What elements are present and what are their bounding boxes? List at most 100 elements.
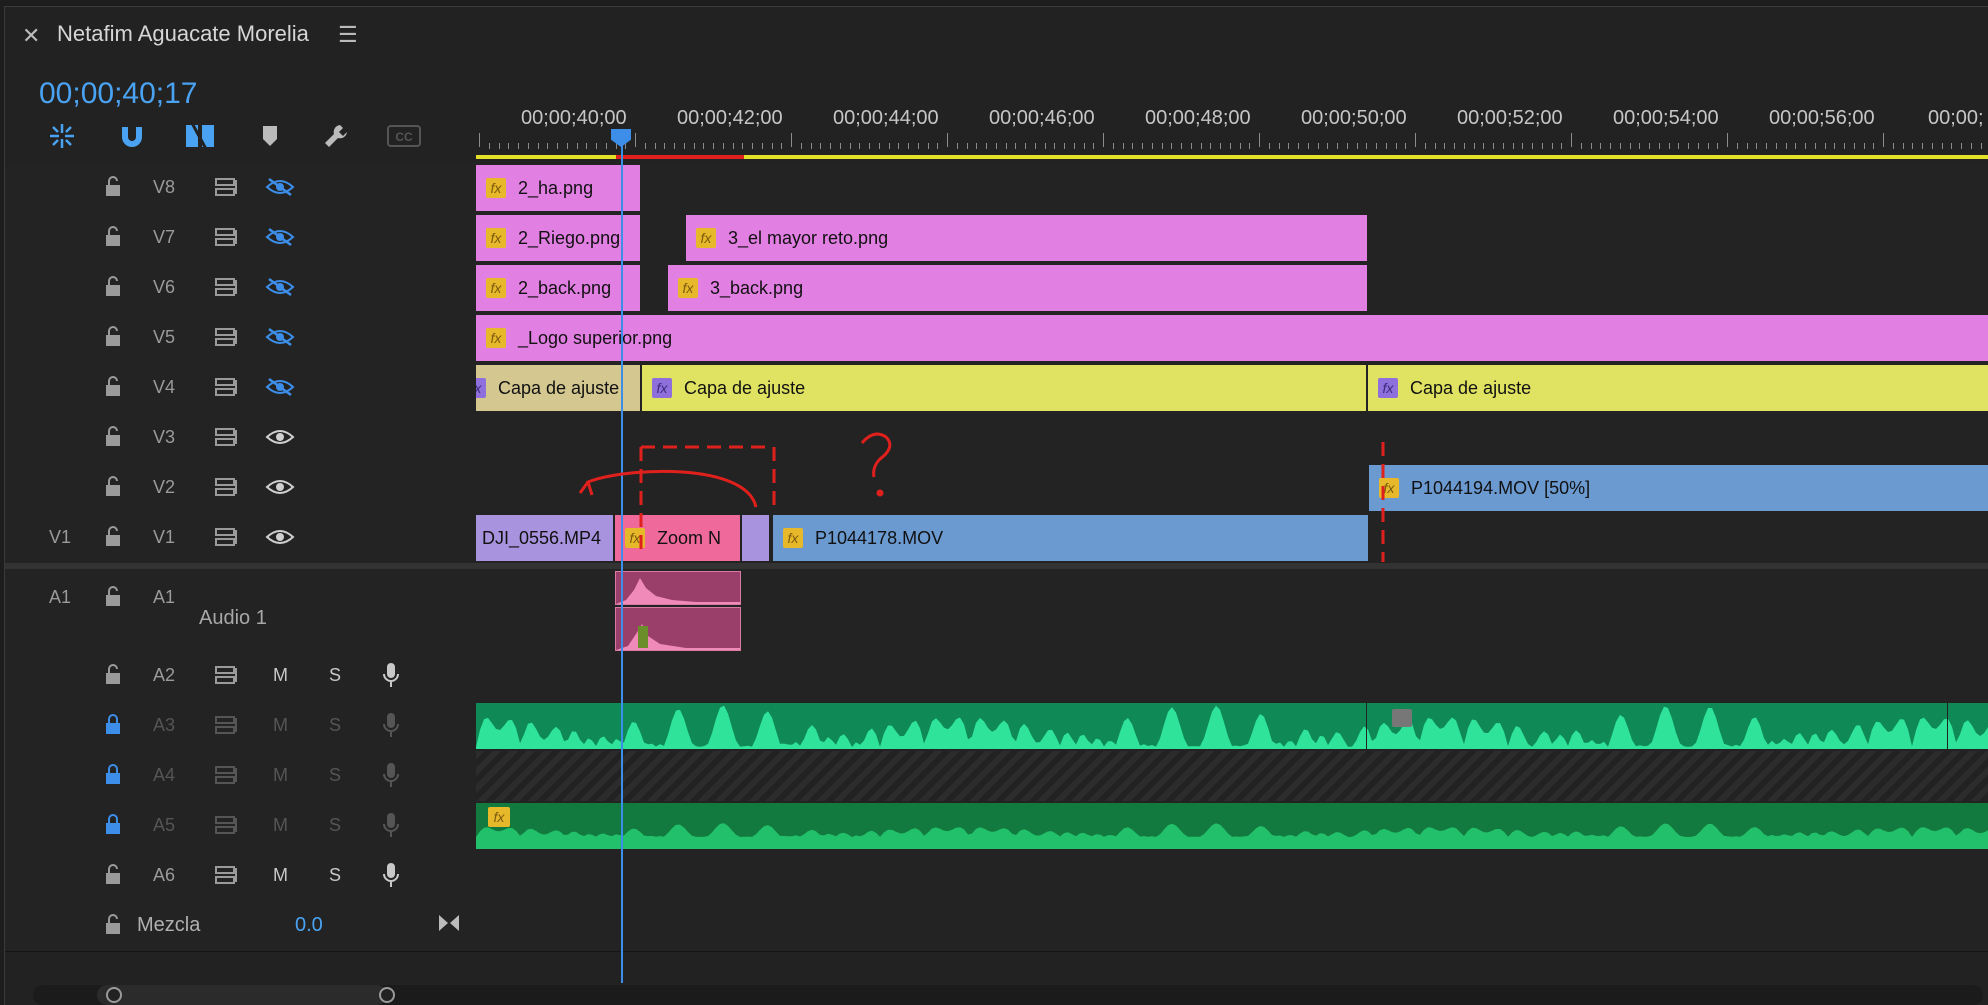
- track-header-mix: Mezcla 0.0: [5, 901, 476, 951]
- toggle-output-icon[interactable]: [213, 475, 243, 499]
- lock-icon[interactable]: [101, 475, 125, 499]
- lock-icon[interactable]: [101, 663, 125, 687]
- scrollbar-right-handle[interactable]: [379, 987, 395, 1003]
- clip[interactable]: fxCapa de ajuste: [476, 365, 641, 411]
- mix-collapse-icon[interactable]: [435, 911, 463, 935]
- source-patch-v1[interactable]: V1: [49, 527, 71, 548]
- microphone-icon[interactable]: [379, 661, 403, 689]
- microphone-icon[interactable]: [379, 761, 403, 789]
- microphone-icon[interactable]: [379, 711, 403, 739]
- toggle-output-icon[interactable]: [213, 863, 243, 887]
- clip[interactable]: fxCapa de ajuste: [642, 365, 1367, 411]
- mute-button[interactable]: M: [273, 665, 288, 686]
- eye-hidden-icon[interactable]: [263, 225, 297, 249]
- clip[interactable]: fx 2_ha.png: [476, 165, 641, 211]
- eye-hidden-icon[interactable]: [263, 175, 297, 199]
- eye-hidden-icon[interactable]: [263, 275, 297, 299]
- clip[interactable]: fx 3_back.png: [668, 265, 1368, 311]
- microphone-icon[interactable]: [379, 811, 403, 839]
- lock-icon[interactable]: [101, 913, 125, 937]
- solo-button[interactable]: S: [329, 865, 341, 886]
- solo-button[interactable]: S: [329, 665, 341, 686]
- ruler-label: 00;00;50;00: [1301, 107, 1407, 129]
- clip[interactable]: fxCapa de ajuste: [1368, 365, 1988, 411]
- lock-icon[interactable]: [101, 325, 125, 349]
- eye-hidden-icon[interactable]: [263, 375, 297, 399]
- lock-icon[interactable]: [101, 863, 125, 887]
- lock-icon[interactable]: [101, 813, 125, 837]
- clip[interactable]: fx 2_back.png: [476, 265, 641, 311]
- toggle-output-icon[interactable]: [213, 525, 243, 549]
- mix-volume-value[interactable]: 0.0: [295, 914, 323, 937]
- toggle-output-icon[interactable]: [213, 325, 243, 349]
- solo-button[interactable]: S: [329, 765, 341, 786]
- lock-icon[interactable]: [101, 525, 125, 549]
- lock-icon[interactable]: [101, 375, 125, 399]
- playhead-timecode[interactable]: 00;00;40;17: [39, 77, 197, 111]
- mix-label: Mezcla: [137, 914, 201, 936]
- track-lane-v4[interactable]: fxCapa de ajuste fxCapa de ajuste fxCapa…: [476, 363, 1988, 413]
- lock-icon[interactable]: [101, 713, 125, 737]
- track-name: A5: [153, 815, 176, 835]
- track-lane-a4[interactable]: [476, 751, 1988, 801]
- clip[interactable]: fx 2_Riego.png: [476, 215, 641, 261]
- eye-icon[interactable]: [263, 525, 297, 549]
- track-header-v1: V1 V1: [5, 513, 476, 563]
- toggle-output-icon[interactable]: [213, 813, 243, 837]
- track-a3: A3 M S: [5, 701, 1988, 752]
- toggle-output-icon[interactable]: [213, 425, 243, 449]
- wrench-icon[interactable]: [319, 119, 353, 153]
- lock-icon[interactable]: [101, 275, 125, 299]
- toggle-output-icon[interactable]: [213, 275, 243, 299]
- eye-icon[interactable]: [263, 475, 297, 499]
- timeline-scrollbar[interactable]: [33, 985, 1983, 1005]
- menu-icon[interactable]: ☰: [338, 22, 358, 48]
- toggle-output-icon[interactable]: [213, 663, 243, 687]
- red-annotations: [578, 432, 1385, 562]
- microphone-icon[interactable]: [379, 861, 403, 889]
- toggle-output-icon[interactable]: [213, 375, 243, 399]
- track-lane-a6[interactable]: [476, 851, 1988, 901]
- track-lane-a3[interactable]: [476, 701, 1988, 751]
- nest-toggle-icon[interactable]: [45, 119, 79, 153]
- snap-icon[interactable]: [115, 119, 149, 153]
- track-lane-a5[interactable]: fx: [476, 801, 1988, 851]
- source-patch-a1[interactable]: A1: [49, 587, 71, 608]
- track-header-a4: A4 M S: [5, 751, 476, 801]
- toggle-output-icon[interactable]: [213, 763, 243, 787]
- audio-clip[interactable]: [476, 703, 1988, 749]
- toggle-output-icon[interactable]: [213, 175, 243, 199]
- mute-button[interactable]: M: [273, 715, 288, 736]
- captions-icon[interactable]: CC: [387, 119, 421, 153]
- clip[interactable]: fx _Logo superior.png: [476, 315, 1988, 361]
- lock-icon[interactable]: [101, 225, 125, 249]
- mute-button[interactable]: M: [273, 765, 288, 786]
- scrollbar-thumb[interactable]: [97, 985, 387, 1005]
- close-icon[interactable]: ✕: [22, 23, 40, 49]
- mute-button[interactable]: M: [273, 865, 288, 886]
- audio-clip[interactable]: fx: [476, 803, 1988, 849]
- linked-selection-icon[interactable]: [183, 119, 217, 153]
- time-ruler[interactable]: 00;00;40;00 00;00;42;00 00;00;44;00 00;0…: [476, 87, 1988, 163]
- lock-icon[interactable]: [101, 763, 125, 787]
- solo-button[interactable]: S: [329, 815, 341, 836]
- track-lane-v5[interactable]: fx _Logo superior.png: [476, 313, 1988, 363]
- track-lane-v7[interactable]: fx 2_Riego.png fx 3_el mayor reto.png: [476, 213, 1988, 263]
- track-lane-v8[interactable]: fx 2_ha.png: [476, 163, 1988, 213]
- scrollbar-left-handle[interactable]: [106, 987, 122, 1003]
- toggle-output-icon[interactable]: [213, 713, 243, 737]
- track-lane-mix[interactable]: [476, 901, 1988, 951]
- track-name: A6: [153, 865, 176, 885]
- eye-hidden-icon[interactable]: [263, 325, 297, 349]
- mute-button[interactable]: M: [273, 815, 288, 836]
- track-lane-a2[interactable]: [476, 651, 1988, 701]
- marker-icon[interactable]: [253, 119, 287, 153]
- clip[interactable]: fx 3_el mayor reto.png: [686, 215, 1368, 261]
- lock-icon[interactable]: [101, 175, 125, 199]
- eye-icon[interactable]: [263, 425, 297, 449]
- toggle-output-icon[interactable]: [213, 225, 243, 249]
- lock-icon[interactable]: [101, 425, 125, 449]
- lock-icon[interactable]: [101, 585, 125, 609]
- solo-button[interactable]: S: [329, 715, 341, 736]
- track-lane-v6[interactable]: fx 2_back.png fx 3_back.png: [476, 263, 1988, 313]
